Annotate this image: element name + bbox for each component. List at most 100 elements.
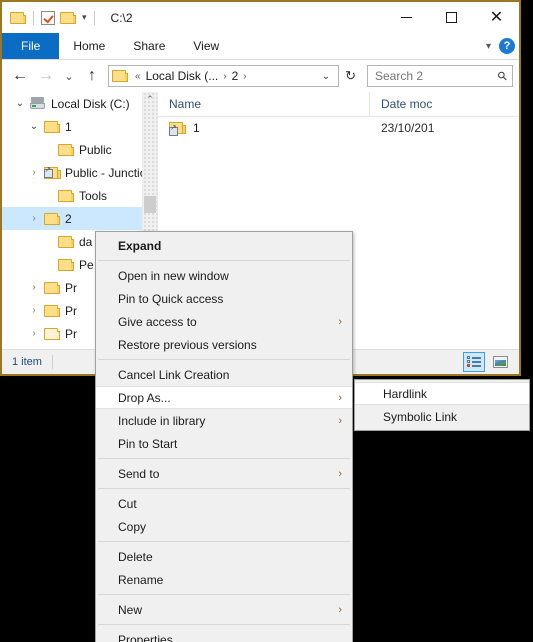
menu-item-pin-to-start[interactable]: Pin to Start [96,432,352,455]
folder-icon [56,143,76,157]
chevron-right-icon[interactable]: › [26,282,42,293]
folder-icon [42,120,62,134]
menu-item-restore-previous-versions[interactable]: Restore previous versions [96,333,352,356]
search-input[interactable] [373,68,499,84]
tree-item-label: Pr [65,303,77,318]
scroll-up-arrow-icon[interactable]: ⌃ [143,92,157,106]
tree-item-public-junction[interactable]: › Public - Junction [2,161,157,184]
menu-separator [98,359,350,360]
menu-item-give-access-to[interactable]: Give access to › [96,310,352,333]
tab-share[interactable]: Share [119,33,179,59]
chevron-down-icon[interactable]: ⌄ [26,121,42,132]
breadcrumb-overflow[interactable]: « [132,71,144,82]
submenu-item-symbolic-link[interactable]: Symbolic Link [355,405,529,428]
menu-item-expand[interactable]: Expand [96,234,352,257]
tree-item-tools[interactable]: Tools [2,184,157,207]
tab-view[interactable]: View [179,33,233,59]
chevron-right-icon[interactable]: › [26,213,42,224]
folder-icon[interactable] [10,11,26,25]
breadcrumb-item-0[interactable]: Local Disk (... [144,69,221,83]
context-menu: Expand Open in new window Pin to Quick a… [95,231,353,642]
tree-item-public[interactable]: Public [2,138,157,161]
chevron-right-icon: › [338,414,342,427]
recent-locations-button[interactable]: ⌄ [60,64,78,88]
minimize-button[interactable] [384,2,429,33]
up-button[interactable]: ↑ [80,64,104,88]
folder-icon [56,258,76,272]
scrollbar-thumb[interactable] [144,196,156,213]
menu-item-properties[interactable]: Properties [96,628,352,642]
chevron-down-icon[interactable]: ▾ [486,41,491,52]
submenu-item-hardlink[interactable]: Hardlink [355,382,529,405]
menu-item-label: Drop As... [118,390,171,405]
close-button[interactable]: ✕ [474,2,519,33]
menu-item-rename[interactable]: Rename [96,568,352,591]
menu-item-label: Cancel Link Creation [118,367,230,382]
search-box[interactable]: ⚲ [367,65,513,87]
menu-item-include-in-library[interactable]: Include in library › [96,409,352,432]
details-icon [467,356,481,368]
menu-separator [98,260,350,261]
column-header-name[interactable]: Name [158,92,370,116]
tree-item-label: Pr [65,326,77,341]
refresh-button[interactable]: ↻ [341,68,360,84]
close-icon: ✕ [489,8,504,26]
tree-item-label: Public - Junction [65,165,154,180]
new-folder-icon[interactable] [60,11,76,25]
folder-shortcut-icon [169,121,186,136]
chevron-right-icon[interactable]: › [26,305,42,316]
menu-separator [98,594,350,595]
menu-item-drop-as[interactable]: Drop As... › [96,386,352,409]
tree-item-2[interactable]: › 2 [2,207,157,230]
drop-as-submenu: Hardlink Symbolic Link [354,379,530,431]
chevron-right-icon: › [338,315,342,328]
file-list-row[interactable]: 1 23/10/201 [158,117,519,139]
tree-item-label: 1 [65,119,72,134]
chevron-down-icon[interactable]: ▾ [82,13,87,22]
chevron-down-icon[interactable]: ⌄ [12,98,28,109]
menu-item-pin-to-quick-access[interactable]: Pin to Quick access [96,287,352,310]
forward-button[interactable]: → [34,64,58,88]
item-count-label: 1 item [12,356,42,368]
status-divider [51,355,53,369]
folder-icon [56,189,76,203]
menu-item-label: Copy [118,519,147,534]
menu-item-delete[interactable]: Delete [96,545,352,568]
tree-item-label: Pe [79,257,94,272]
menu-item-cancel-link-creation[interactable]: Cancel Link Creation [96,363,352,386]
maximize-button[interactable] [429,2,474,33]
menu-item-label: Send to [118,466,160,481]
breadcrumb-item-1[interactable]: 2 [230,69,241,83]
chevron-right-icon[interactable]: › [26,167,42,178]
submenu-item-label: Symbolic Link [383,409,458,424]
help-icon[interactable]: ? [499,38,515,54]
properties-icon[interactable] [41,10,55,25]
tab-file[interactable]: File [2,33,60,59]
menu-item-label: Delete [118,549,153,564]
details-view-button[interactable] [463,352,485,372]
chevron-right-icon[interactable]: › [26,328,42,339]
menu-separator [98,488,350,489]
tree-item-label: Pr [65,280,77,295]
view-mode-buttons [463,352,519,372]
address-breadcrumb-box[interactable]: « Local Disk (... › 2 › ⌄ [108,65,340,87]
menu-item-open-in-new-window[interactable]: Open in new window [96,264,352,287]
tree-item-label: Local Disk (C:) [51,96,130,111]
chevron-down-icon[interactable]: ⌄ [317,71,335,82]
menu-item-label: Expand [118,238,162,253]
menu-item-send-to[interactable]: Send to › [96,462,352,485]
menu-item-copy[interactable]: Copy [96,515,352,538]
tab-home[interactable]: Home [59,33,119,59]
menu-item-new[interactable]: New › [96,598,352,621]
menu-item-cut[interactable]: Cut [96,492,352,515]
tree-item-1[interactable]: ⌄ 1 [2,115,157,138]
ribbon-tabs: File Home Share View ▾ ? [2,33,519,60]
breadcrumb-separator-0: › [223,70,227,82]
back-button[interactable]: ← [8,64,32,88]
column-header-date-modified[interactable]: Date moc [370,92,519,116]
tree-item-label: Public [79,142,112,157]
tree-item-local-disk[interactable]: ⌄ Local Disk (C:) [2,92,157,115]
menu-separator [98,541,350,542]
menu-item-label: Open in new window [118,268,229,283]
large-icons-view-button[interactable] [489,352,511,372]
